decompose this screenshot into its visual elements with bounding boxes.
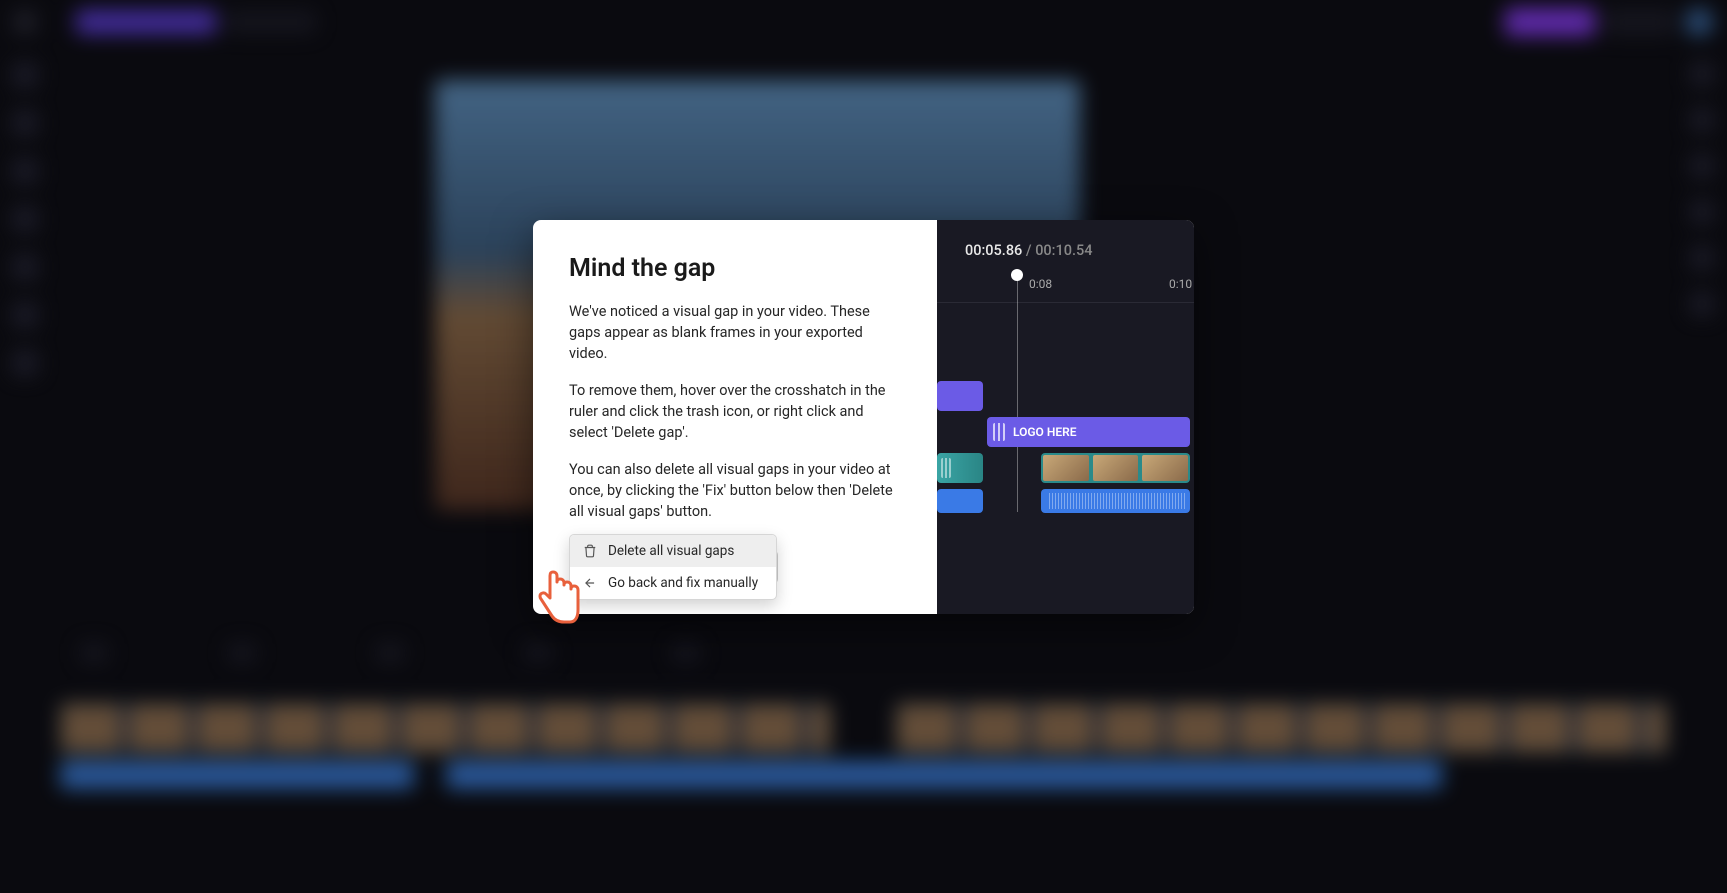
dropdown-item-label: Delete all visual gaps <box>608 543 734 559</box>
text-clip[interactable] <box>937 381 983 411</box>
clip-label: LOGO HERE <box>1013 425 1076 439</box>
mind-the-gap-dialog: Mind the gap We've noticed a visual gap … <box>533 220 1194 614</box>
go-back-item[interactable]: Go back and fix manually <box>570 567 776 599</box>
dialog-body: We've noticed a visual gap in your video… <box>569 301 901 522</box>
modal-overlay: Mind the gap We've noticed a visual gap … <box>0 0 1727 893</box>
dialog-paragraph: You can also delete all visual gaps in y… <box>569 459 901 522</box>
dropdown-item-label: Go back and fix manually <box>608 575 758 591</box>
ruler-tick: 0:10 <box>1169 277 1192 291</box>
video-clip[interactable] <box>1041 453 1190 483</box>
delete-all-gaps-item[interactable]: Delete all visual gaps <box>570 535 776 567</box>
ruler-tick: 0:08 <box>1029 277 1052 291</box>
dialog-paragraph: We've noticed a visual gap in your video… <box>569 301 901 364</box>
arrow-left-icon <box>582 575 598 591</box>
dialog-timeline-preview: 00:05.86 / 00:10.54 0:08 0:10 LOGO HERE <box>937 220 1194 614</box>
dialog-title: Mind the gap <box>569 254 901 283</box>
current-time: 00:05.86 <box>965 242 1022 259</box>
audio-clip[interactable] <box>1041 489 1190 513</box>
fix-dropdown: Delete all visual gaps Go back and fix m… <box>569 534 777 600</box>
timeline-ruler[interactable]: 0:08 0:10 <box>937 277 1194 303</box>
video-clip[interactable] <box>937 453 983 483</box>
logo-clip[interactable]: LOGO HERE <box>987 417 1190 447</box>
timecode: 00:05.86 / 00:10.54 <box>937 242 1194 259</box>
dialog-paragraph: To remove them, hover over the crosshatc… <box>569 380 901 443</box>
cursor-hand-icon <box>528 560 584 630</box>
audio-clip[interactable] <box>937 489 983 513</box>
playhead[interactable] <box>1017 275 1018 512</box>
trash-icon <box>582 543 598 559</box>
total-time: 00:10.54 <box>1035 242 1092 259</box>
